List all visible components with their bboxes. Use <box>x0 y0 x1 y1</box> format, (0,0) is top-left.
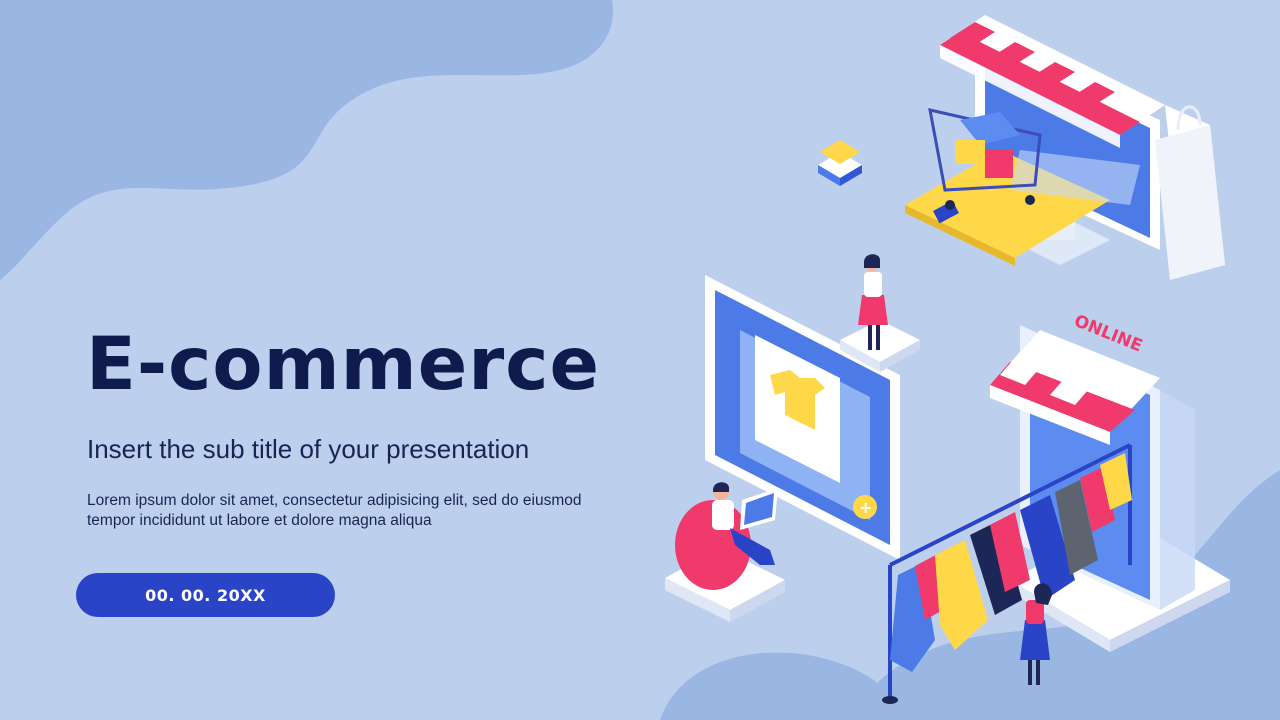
slide: E-commerce Insert the sub title of your … <box>0 0 1280 720</box>
woman-standing-figure <box>840 254 920 372</box>
monitor-storefront-illustration <box>818 15 1225 280</box>
man-beanbag-figure <box>665 482 785 622</box>
stacked-cards-icon <box>818 140 862 186</box>
svg-text:+: + <box>859 498 872 517</box>
ecommerce-illustration: + ONLINE <box>665 15 1230 704</box>
